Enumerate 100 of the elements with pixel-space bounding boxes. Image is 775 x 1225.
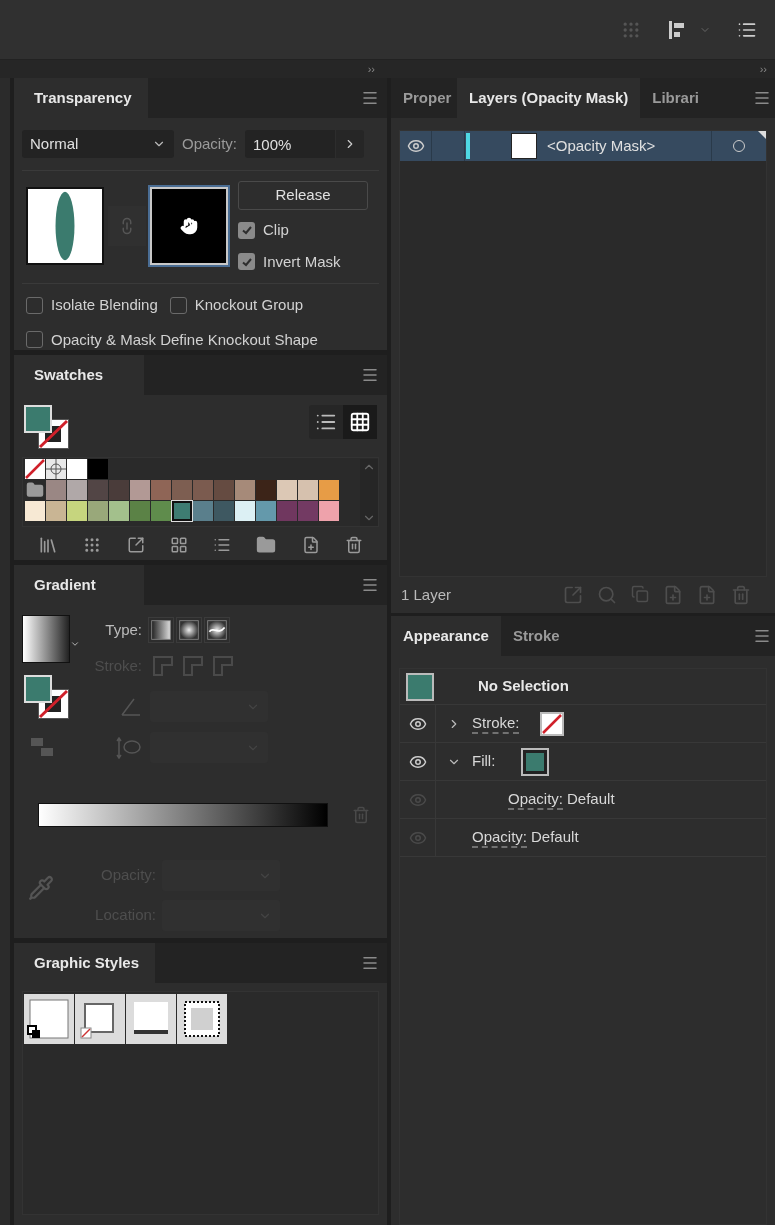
color-swatch[interactable] (319, 501, 339, 521)
color-swatch[interactable] (109, 501, 129, 521)
type-label: Type: (104, 619, 143, 640)
color-swatch[interactable] (109, 480, 129, 500)
graphic-style-thumbnail[interactable] (24, 994, 74, 1044)
attribute-label[interactable]: Fill: (472, 750, 496, 773)
new-group-icon[interactable] (256, 535, 277, 555)
pointer-icon (180, 217, 198, 235)
new-layer-icon[interactable] (697, 585, 717, 605)
radial-gradient-button[interactable] (176, 617, 202, 643)
eyedropper-icon[interactable] (28, 875, 54, 901)
panel-tab[interactable]: Proper (391, 78, 457, 118)
color-swatch[interactable] (193, 501, 213, 521)
collapse-button[interactable]: ›› (0, 60, 383, 78)
color-swatch[interactable] (25, 501, 45, 521)
opacity-field[interactable]: 100% (245, 130, 336, 158)
view-button[interactable] (343, 405, 377, 439)
blend-mode-dropdown[interactable]: Normal (22, 130, 174, 158)
menu-icon[interactable] (361, 576, 379, 594)
panel-tab[interactable]: Appearance (391, 616, 501, 656)
new-swatch-icon[interactable] (301, 536, 320, 554)
menu-icon[interactable] (361, 366, 379, 384)
checkbox[interactable] (26, 331, 43, 349)
dropdown-icon[interactable] (70, 639, 80, 649)
color-swatch[interactable] (67, 501, 87, 521)
swap-icon[interactable] (30, 737, 54, 757)
library-icon[interactable] (38, 535, 58, 555)
color-swatch[interactable] (277, 480, 297, 500)
color-swatch[interactable] (46, 501, 66, 521)
swatch-list-icon[interactable] (213, 536, 232, 554)
color-swatch[interactable] (172, 501, 192, 521)
color-swatch[interactable] (256, 480, 276, 500)
graphic-style-thumbnail[interactable] (177, 994, 227, 1044)
color-swatch[interactable] (298, 480, 318, 500)
stroke-swatch (541, 713, 562, 734)
color-swatch[interactable] (214, 480, 234, 500)
color-swatch[interactable] (277, 501, 297, 521)
color-swatch[interactable] (298, 501, 318, 521)
layer-color-bar (466, 133, 470, 159)
opacity-arrow-button[interactable] (336, 130, 365, 158)
checkbox[interactable] (169, 296, 187, 314)
search-icon[interactable] (597, 585, 617, 605)
color-swatch[interactable] (67, 459, 87, 479)
color-swatch[interactable] (130, 501, 150, 521)
folder-icon[interactable] (25, 481, 45, 499)
checkbox-label: Invert Mask (263, 251, 341, 272)
layer-count: 1 Layer (401, 584, 453, 605)
artwork-thumbnail[interactable] (26, 187, 104, 265)
fill-stroke-control[interactable] (24, 675, 70, 719)
color-swatch[interactable] (67, 480, 87, 500)
stroke-within-button[interactable] (150, 653, 176, 679)
panel-tab[interactable]: Layers (Opacity Mask) (457, 78, 641, 118)
stroke-along-button[interactable] (180, 653, 206, 679)
graphic-style-thumbnail[interactable] (75, 994, 125, 1044)
collect-export-icon[interactable] (563, 585, 583, 605)
attribute-label[interactable]: Opacity: (508, 788, 564, 811)
panel-tab[interactable]: Stroke (500, 616, 572, 656)
color-swatch[interactable] (130, 480, 150, 500)
opacity-label: Opacity: (182, 133, 238, 154)
layer-row[interactable]: <Opacity Mask> (400, 131, 766, 161)
color-swatch[interactable] (256, 501, 276, 521)
export-icon[interactable] (126, 536, 145, 554)
color-swatch[interactable] (235, 480, 255, 500)
menu-icon[interactable] (361, 89, 379, 107)
fill-swatch[interactable] (523, 749, 548, 774)
panel-tab[interactable]: Librari (640, 78, 729, 118)
registration-swatch[interactable] (46, 459, 66, 479)
gradient-swatch[interactable] (22, 615, 70, 663)
visibility-icon[interactable] (406, 137, 425, 155)
fill-stroke-control[interactable] (24, 405, 70, 449)
color-swatch[interactable] (88, 480, 108, 500)
collapse-button[interactable]: ›› (383, 60, 775, 78)
freeform-gradient-button[interactable] (204, 617, 230, 643)
delete-icon[interactable] (344, 536, 363, 554)
new-sublayer-icon[interactable] (663, 585, 683, 605)
checkbox[interactable] (26, 296, 43, 314)
color-swatch[interactable] (235, 501, 255, 521)
stroke-across-button[interactable] (210, 653, 236, 679)
release-button[interactable]: Release (238, 181, 368, 210)
menu-icon[interactable] (753, 89, 771, 107)
menu-icon[interactable] (753, 627, 771, 645)
attribute-label[interactable]: Stroke: (472, 712, 520, 735)
linear-gradient-button[interactable] (148, 617, 174, 643)
color-swatch[interactable] (151, 480, 171, 500)
color-swatch[interactable] (46, 480, 66, 500)
mask-thumbnail[interactable] (150, 187, 228, 265)
color-swatch[interactable] (88, 459, 108, 479)
checkbox[interactable] (238, 253, 255, 271)
color-swatch[interactable] (151, 501, 171, 521)
color-swatch[interactable] (193, 480, 213, 500)
color-swatch[interactable] (88, 501, 108, 521)
color-swatch[interactable] (214, 501, 234, 521)
graphic-style-thumbnail[interactable] (126, 994, 176, 1044)
menu-icon[interactable] (361, 954, 379, 972)
color-swatch[interactable] (319, 480, 339, 500)
color-group-icon[interactable] (169, 536, 188, 554)
delete-stop-icon[interactable] (352, 806, 370, 824)
attribute-label[interactable]: Opacity: (472, 826, 528, 849)
color-swatch[interactable] (172, 480, 192, 500)
checkbox[interactable] (238, 221, 255, 239)
